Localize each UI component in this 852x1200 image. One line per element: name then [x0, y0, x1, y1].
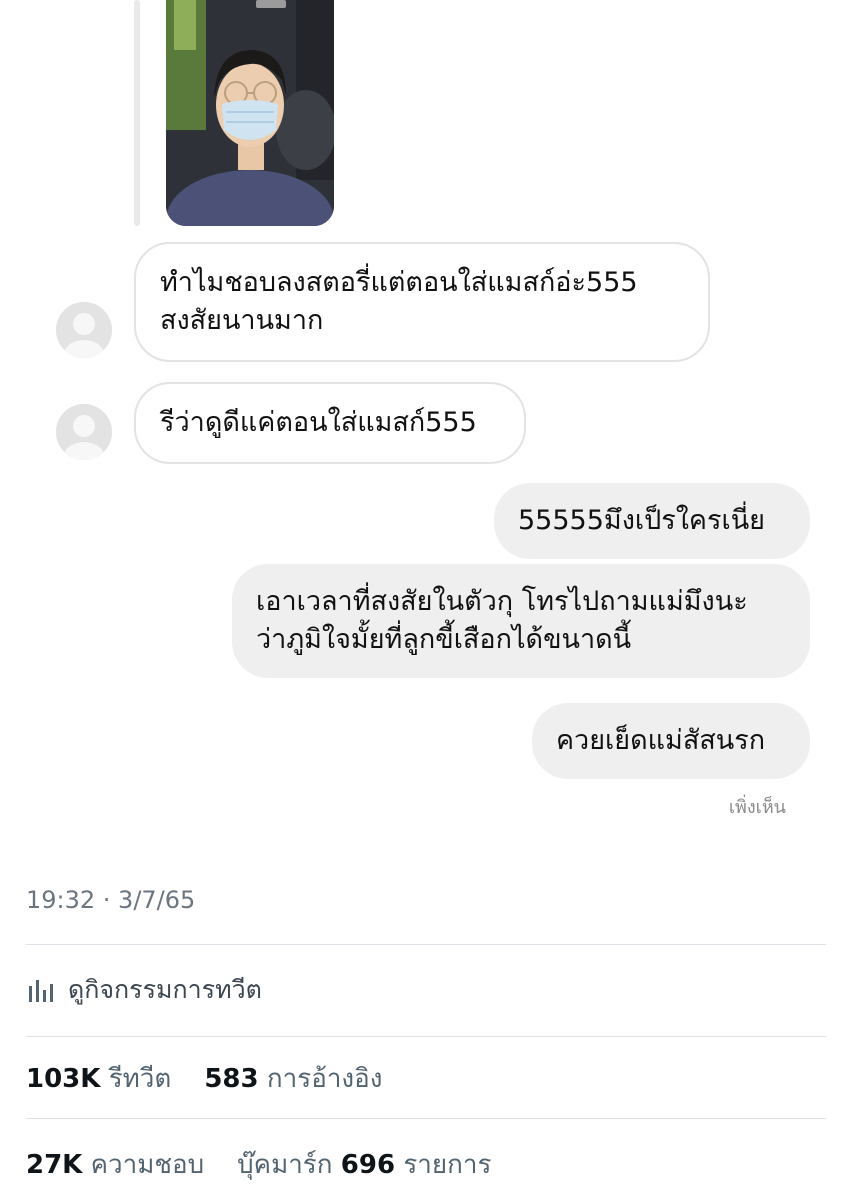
quotes-stat[interactable]: 583 การอ้างอิง	[204, 1064, 382, 1094]
divider	[26, 1118, 826, 1119]
view-tweet-activity-label: ดูกิจกรรมการทวีต	[68, 975, 262, 1004]
engagement-stats-row: 103K รีทวีต 583 การอ้างอิง	[26, 1058, 382, 1099]
default-avatar-icon	[56, 302, 112, 358]
message-text-line: ว่าภูมิใจมั้ยที่ลูกขี้เสือกได้ขนาดนี้	[256, 624, 632, 655]
quotes-label: การอ้างอิง	[266, 1064, 383, 1094]
bookmarks-unit: รายการ	[403, 1150, 492, 1180]
outgoing-message-bubble[interactable]: ควยเย็ดแม่สัสนรก	[532, 703, 810, 779]
sender-avatar[interactable]	[56, 404, 112, 460]
bookmarks-stat[interactable]: บุ๊คมาร์ก 696 รายการ	[237, 1150, 491, 1180]
incoming-message-bubble[interactable]: ทำไมชอบลงสตอรี่แต่ตอนใส่แมสก์อ่ะ555 สงสั…	[134, 242, 710, 362]
story-photo-thumbnail[interactable]	[166, 0, 334, 226]
likes-label: ความชอบ	[90, 1150, 205, 1180]
outgoing-message-bubble[interactable]: 55555มึงเป็รใครเนี่ย	[494, 483, 810, 559]
retweets-count: 103K	[26, 1064, 101, 1094]
message-text-line: สงสัยนานมาก	[160, 305, 324, 336]
retweets-label: รีทวีต	[108, 1064, 172, 1094]
message-text-line: รีว่าดูดีแค่ตอนใส่แมสก์555	[160, 407, 477, 438]
message-text-line: 55555มึงเป็รใครเนี่ย	[518, 505, 765, 536]
message-text-line: เอาเวลาที่สงสัยในตัวกุ โทรไปถามแม่มึงนะ	[256, 586, 748, 617]
view-tweet-activity-link[interactable]: ดูกิจกรรมการทวีต	[26, 970, 262, 1010]
outgoing-message-bubble[interactable]: เอาเวลาที่สงสัยในตัวกุ โทรไปถามแม่มึงนะ …	[232, 564, 810, 678]
story-reply-line	[134, 0, 140, 226]
likes-stat[interactable]: 27K ความชอบ	[26, 1150, 204, 1180]
divider	[26, 1036, 826, 1037]
engagement-stats-row: 27K ความชอบ บุ๊คมาร์ก 696 รายการ	[26, 1144, 491, 1185]
bar-chart-icon	[29, 980, 53, 1002]
tweet-timestamp[interactable]: 19:32 · 3/7/65	[26, 886, 195, 914]
bookmarks-count: 696	[340, 1150, 396, 1180]
seen-status: เพิ่งเห็น	[728, 797, 786, 818]
sender-avatar[interactable]	[56, 302, 112, 358]
quotes-count: 583	[204, 1064, 259, 1094]
story-photo-image	[166, 0, 334, 226]
default-avatar-icon	[56, 404, 112, 460]
bookmarks-label: บุ๊คมาร์ก	[237, 1150, 333, 1180]
likes-count: 27K	[26, 1150, 83, 1180]
message-text-line: ควยเย็ดแม่สัสนรก	[556, 725, 766, 756]
incoming-message-bubble[interactable]: รีว่าดูดีแค่ตอนใส่แมสก์555	[134, 382, 526, 464]
message-text-line: ทำไมชอบลงสตอรี่แต่ตอนใส่แมสก์อ่ะ555	[160, 267, 638, 298]
retweets-stat[interactable]: 103K รีทวีต	[26, 1064, 171, 1094]
divider	[26, 944, 826, 945]
